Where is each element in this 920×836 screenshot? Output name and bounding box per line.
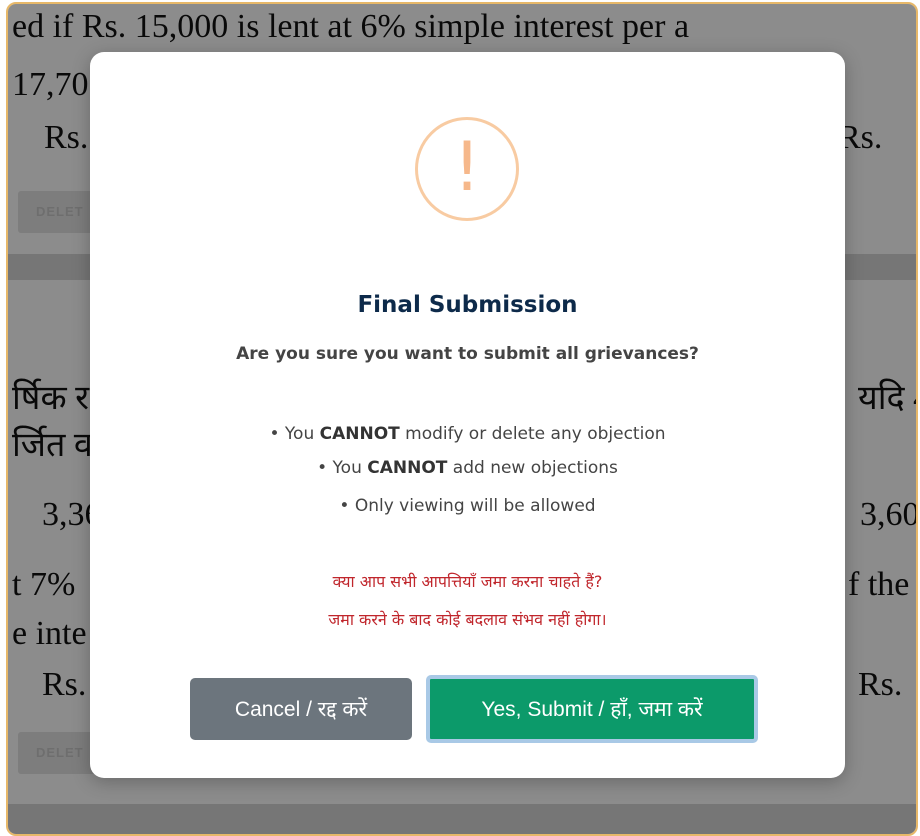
dialog-subtitle: Are you sure you want to submit all grie… bbox=[236, 344, 699, 364]
warning-bullet: • You CANNOT modify or delete any object… bbox=[269, 424, 666, 444]
cancel-button[interactable]: Cancel / रद्द करें bbox=[190, 678, 412, 740]
final-submission-dialog: ! Final Submission Are you sure you want… bbox=[90, 52, 845, 778]
hindi-warning-line: क्या आप सभी आपत्तियाँ जमा करना चाहते हैं… bbox=[332, 572, 603, 591]
dialog-title: Final Submission bbox=[357, 292, 578, 318]
warning-exclamation-icon: ! bbox=[415, 117, 519, 221]
warning-bullet: • Only viewing will be allowed bbox=[339, 496, 596, 516]
submit-button[interactable]: Yes, Submit / हाँ, जमा करें bbox=[426, 675, 758, 743]
hindi-warning-line: जमा करने के बाद कोई बदलाव संभव नहीं होगा… bbox=[328, 610, 607, 629]
warning-bullet: • You CANNOT add new objections bbox=[317, 458, 618, 478]
